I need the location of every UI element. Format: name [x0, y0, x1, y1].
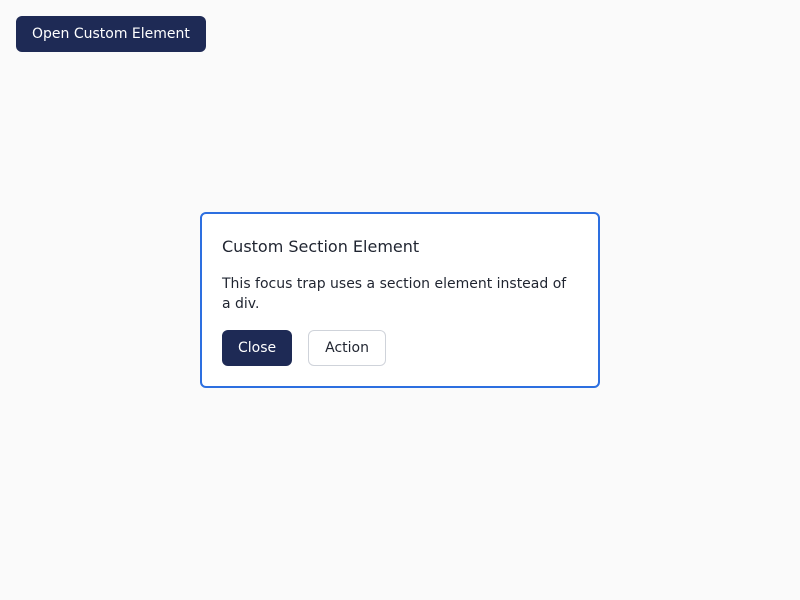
open-custom-element-button[interactable]: Open Custom Element — [16, 16, 206, 52]
dialog-actions: Close Action — [222, 330, 386, 366]
action-button[interactable]: Action — [308, 330, 386, 366]
dialog-title: Custom Section Element — [222, 237, 420, 256]
dialog-description: This focus trap uses a section element i… — [222, 276, 567, 312]
page: Open Custom Element Custom Section Eleme… — [0, 0, 800, 600]
custom-section-dialog: Custom Section Element This focus trap u… — [200, 212, 600, 388]
close-button[interactable]: Close — [222, 330, 293, 366]
